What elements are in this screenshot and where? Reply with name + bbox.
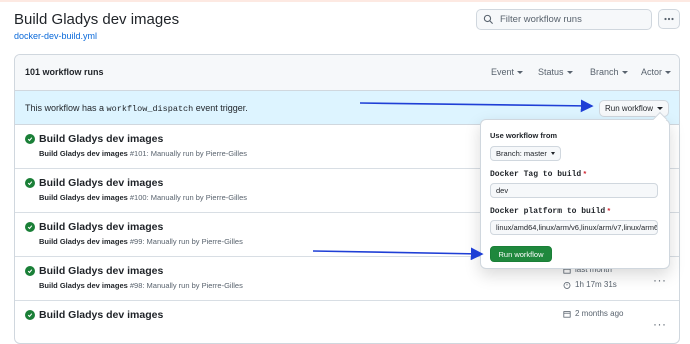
arrow-to-run-button bbox=[359, 99, 594, 113]
arrow-to-submit-button bbox=[312, 247, 484, 261]
annotation-arrow bbox=[312, 99, 594, 261]
